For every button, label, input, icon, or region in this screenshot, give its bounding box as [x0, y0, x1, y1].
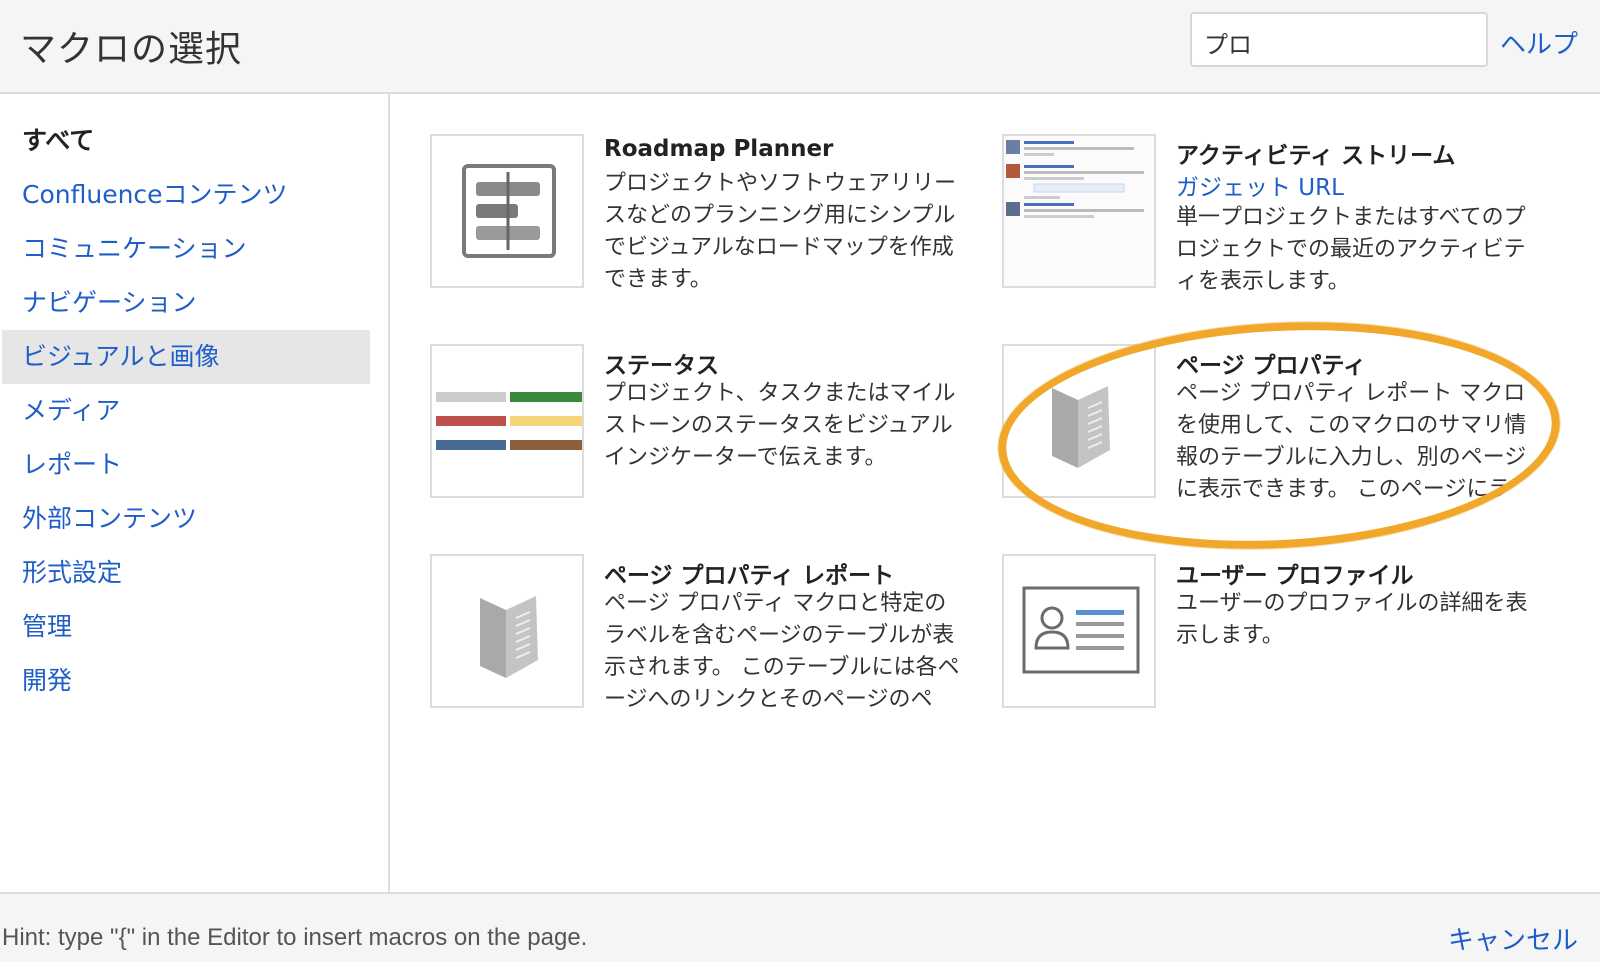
macro-card-page-properties-report[interactable]: ページ プロパティ レポート ページ プロパティ マクロと特定のラベルを含むペー…: [430, 554, 980, 714]
dialog-header: マクロの選択 ヘルプ: [0, 0, 1600, 94]
category-admin[interactable]: 管理: [2, 600, 370, 654]
dialog-footer: Hint: type "{" in the Editor to insert m…: [0, 892, 1600, 962]
footer-hint: Hint: type "{" in the Editor to insert m…: [2, 924, 588, 951]
status-lozenges-icon: [430, 344, 584, 498]
macro-name: ステータス: [604, 353, 719, 379]
macro-card-user-profile[interactable]: ユーザー プロファイル ユーザーのプロファイルの詳細を表示します。: [1002, 554, 1552, 714]
macro-name: ユーザー プロファイル: [1176, 563, 1414, 589]
dialog-title: マクロの選択: [20, 29, 243, 70]
category-confluence-content[interactable]: Confluenceコンテンツ: [2, 168, 370, 222]
category-visuals-images[interactable]: ビジュアルと画像: [2, 330, 370, 384]
category-navigation[interactable]: ナビゲーション: [2, 276, 370, 330]
macro-grid: Roadmap Planner プロジェクトやソフトウェアリリースなどのプランニ…: [392, 94, 1600, 892]
macro-description: プロジェクトやソフトウェアリリースなどのプランニング用にシンプルでビジュアルなロ…: [604, 171, 957, 292]
macro-description: ページ プロパティ マクロと特定のラベルを含むページのテーブルが表示されます。 …: [604, 591, 960, 712]
category-development[interactable]: 開発: [2, 654, 370, 708]
macro-search-input[interactable]: [1190, 12, 1488, 67]
macro-description: ユーザーのプロファイルの詳細を表示します。: [1176, 591, 1528, 648]
macro-card-page-properties[interactable]: ページ プロパティ ページ プロパティ レポート マクロを使用して、このマクロの…: [1002, 344, 1552, 504]
category-all[interactable]: すべて: [2, 114, 370, 168]
macro-description: 単一プロジェクトまたはすべてのプロジェクトでの最近のアクティビティを表示します。: [1176, 205, 1526, 294]
page-properties-report-icon: [430, 554, 584, 708]
category-formatting[interactable]: 形式設定: [2, 546, 370, 600]
macro-card-roadmap-planner[interactable]: Roadmap Planner プロジェクトやソフトウェアリリースなどのプランニ…: [430, 134, 980, 294]
activity-stream-thumbnail: [1002, 134, 1156, 288]
macro-description: プロジェクト、タスクまたはマイルストーンのステータスをビジュアルインジケーターで…: [604, 381, 956, 470]
macro-card-activity-stream[interactable]: アクティビティ ストリーム ガジェット URL 単一プロジェクトまたはすべてのプ…: [1002, 134, 1552, 294]
page-properties-icon: [1002, 344, 1156, 498]
cancel-button[interactable]: キャンセル: [1448, 920, 1578, 957]
macro-name: ページ プロパティ レポート: [604, 563, 895, 589]
macro-subtitle-link[interactable]: ガジェット URL: [1176, 168, 1344, 202]
category-media[interactable]: メディア: [2, 384, 370, 438]
macro-name: ページ プロパティ: [1176, 353, 1367, 379]
category-external-content[interactable]: 外部コンテンツ: [2, 492, 370, 546]
category-communication[interactable]: コミュニケーション: [2, 222, 370, 276]
macro-description: ページ プロパティ レポート マクロを使用して、このマクロのサマリ情報のテーブル…: [1176, 381, 1527, 502]
help-link[interactable]: ヘルプ: [1500, 24, 1578, 61]
category-sidebar: すべて Confluenceコンテンツ コミュニケーション ナビゲーション ビジ…: [0, 94, 390, 892]
macro-name: アクティビティ ストリーム: [1176, 143, 1456, 169]
roadmap-icon: [430, 134, 584, 288]
category-reports[interactable]: レポート: [2, 438, 370, 492]
macro-card-status[interactable]: ステータス プロジェクト、タスクまたはマイルストーンのステータスをビジュアルイン…: [430, 344, 980, 504]
macro-name: Roadmap Planner: [604, 136, 834, 162]
user-profile-icon: [1002, 554, 1156, 708]
